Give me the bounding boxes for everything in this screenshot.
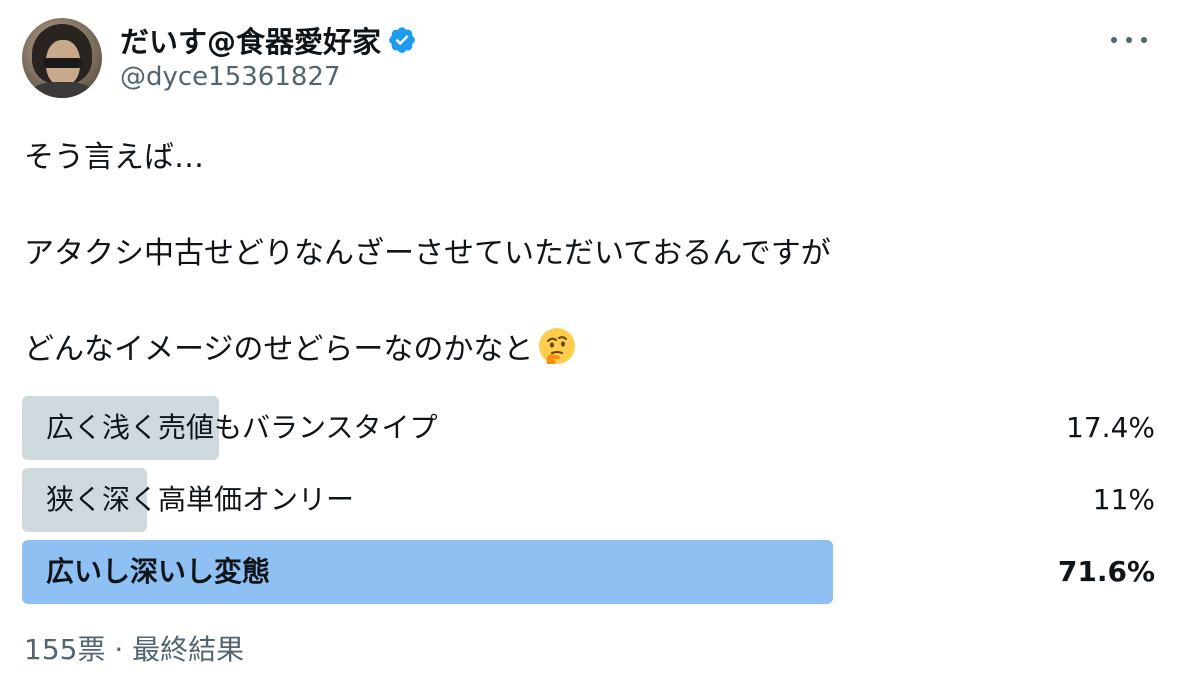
avatar-shirt xyxy=(30,82,94,98)
verified-badge-icon[interactable] xyxy=(387,25,417,55)
tweet-text-line: そう言えば… xyxy=(24,140,204,175)
poll-option: 広く浅く売値もバランスタイプ 17.4% xyxy=(22,396,1155,460)
tweet-text-line: アタクシ中古せどりなんざーさせていただいておるんですが xyxy=(24,236,831,271)
tweet-text-content: どんなイメージのせどらーなのかなと xyxy=(24,332,534,367)
poll-footer: 155票 · 最終結果 xyxy=(24,633,245,666)
author-name-row: だいす@食器愛好家 xyxy=(120,20,417,60)
poll-option: 広いし深いし変態 71.6% xyxy=(22,540,1155,604)
poll-option-percent: 11% xyxy=(1092,483,1155,516)
poll-option-label: 狭く深く高単価オンリー xyxy=(46,483,355,516)
poll-option-percent: 17.4% xyxy=(1066,411,1155,444)
more-dot xyxy=(1141,37,1147,43)
more-options-icon[interactable] xyxy=(1111,26,1147,54)
poll-option-label: 広く浅く売値もバランスタイプ xyxy=(46,411,438,444)
poll-option: 狭く深く高単価オンリー 11% xyxy=(22,468,1155,532)
more-dot xyxy=(1111,37,1117,43)
more-dot xyxy=(1126,37,1132,43)
avatar-sunglasses xyxy=(44,58,82,68)
author-handle[interactable]: @dyce15361827 xyxy=(120,62,341,92)
thinking-face-icon xyxy=(539,328,576,364)
poll-option-label: 広いし深いし変態 xyxy=(46,555,271,588)
tweet-text-line: どんなイメージのせどらーなのかなと xyxy=(24,324,577,368)
avatar[interactable] xyxy=(22,18,102,98)
display-name[interactable]: だいす@食器愛好家 xyxy=(120,19,381,61)
poll-option-percent: 71.6% xyxy=(1057,555,1155,588)
